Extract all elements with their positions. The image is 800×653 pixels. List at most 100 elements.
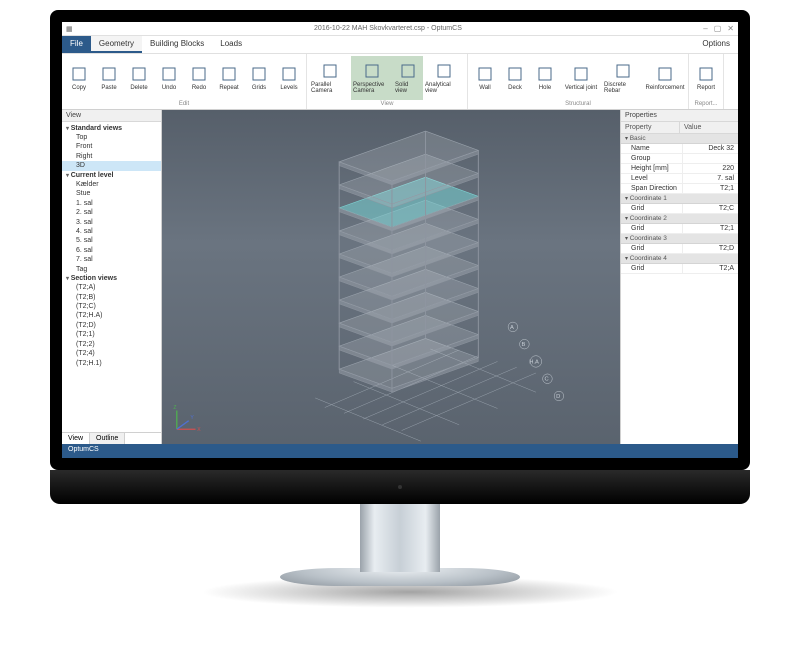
wall-icon — [476, 65, 494, 83]
building-model — [339, 131, 478, 392]
tree-item[interactable]: Stue — [62, 189, 161, 198]
tree-item[interactable]: Right — [62, 152, 161, 161]
prop-row[interactable]: GridT2;1 — [621, 224, 738, 234]
tree-item[interactable]: (T2;2) — [62, 340, 161, 349]
report-icon — [697, 65, 715, 83]
camera-icon — [321, 62, 339, 80]
tree-item[interactable]: 5. sal — [62, 236, 161, 245]
svg-text:X: X — [197, 427, 201, 433]
paste-button[interactable]: Paste — [94, 56, 124, 100]
properties-panel: Properties Property Value BasicNameDeck … — [620, 110, 738, 444]
tree-item[interactable]: 4. sal — [62, 227, 161, 236]
grid-label-markers: A B H.A C D — [508, 322, 564, 401]
left-tab-view[interactable]: View — [62, 433, 90, 444]
solid-icon — [399, 62, 417, 80]
redo-button[interactable]: Redo — [184, 56, 214, 100]
prop-row[interactable]: NameDeck 32 — [621, 144, 738, 154]
prop-value: 7. sal — [683, 174, 738, 183]
prop-value: Deck 32 — [683, 144, 738, 153]
tree-item[interactable]: Kælder — [62, 180, 161, 189]
copy-icon — [70, 65, 88, 83]
perspective-camera-button[interactable]: Perspective Camera — [351, 56, 393, 100]
svg-text:Y: Y — [190, 415, 194, 421]
hole-button[interactable]: Hole — [530, 56, 560, 100]
prop-row[interactable]: GridT2;C — [621, 204, 738, 214]
report-button[interactable]: Report — [691, 56, 721, 100]
wall-button[interactable]: Wall — [470, 56, 500, 100]
3d-viewport[interactable]: A B H.A C D Z — [162, 110, 620, 444]
tree-item[interactable]: (T2;D) — [62, 321, 161, 330]
tab-file[interactable]: File — [62, 36, 91, 53]
ribbon-button-label: Hole — [539, 85, 551, 91]
tree-item[interactable]: 3D — [62, 161, 161, 170]
prop-row[interactable]: GridT2;A — [621, 264, 738, 274]
reinforcement-button[interactable]: Reinforcement — [644, 56, 686, 100]
prop-value: T2;1 — [683, 224, 738, 233]
tree-item[interactable]: (T2;C) — [62, 302, 161, 311]
repeat-button[interactable]: Repeat — [214, 56, 244, 100]
view-tree: Standard viewsTopFrontRight3DCurrent lev… — [62, 122, 161, 432]
left-tab-outline[interactable]: Outline — [90, 433, 125, 444]
prop-section[interactable]: Basic — [621, 134, 738, 144]
prop-value: T2;D — [683, 244, 738, 253]
ribbon-button-label: Levels — [280, 85, 297, 91]
tree-group[interactable]: Standard views — [62, 124, 161, 133]
options-menu[interactable]: Options — [694, 36, 738, 53]
tab-building-blocks[interactable]: Building Blocks — [142, 36, 212, 53]
tree-group[interactable]: Current level — [62, 171, 161, 180]
vertical-joint-button[interactable]: Vertical joint — [560, 56, 602, 100]
prop-section[interactable]: Coordinate 2 — [621, 214, 738, 224]
maximize-button[interactable]: ▢ — [714, 24, 722, 33]
tree-item[interactable]: (T2;A) — [62, 283, 161, 292]
view-panel: View Standard viewsTopFrontRight3DCurren… — [62, 110, 162, 444]
ribbon-group-label: Structural — [470, 100, 686, 109]
solid-view-button[interactable]: Solid view — [393, 56, 423, 100]
tree-item[interactable]: Tag — [62, 265, 161, 274]
deck-button[interactable]: Deck — [500, 56, 530, 100]
ribbon-button-label: Solid view — [395, 82, 421, 94]
tree-item[interactable]: (T2;B) — [62, 293, 161, 302]
prop-value: T2;1 — [683, 184, 738, 193]
prop-section[interactable]: Coordinate 3 — [621, 234, 738, 244]
undo-button[interactable]: Undo — [154, 56, 184, 100]
tree-item[interactable]: (T2;4) — [62, 349, 161, 358]
tree-item[interactable]: 1. sal — [62, 199, 161, 208]
ribbon-button-label: Reinforcement — [645, 85, 684, 91]
prop-row[interactable]: GridT2;D — [621, 244, 738, 254]
camera-icon — [363, 62, 381, 80]
left-bottom-tabs: View Outline — [62, 432, 161, 444]
prop-row[interactable]: Span DirectionT2;1 — [621, 184, 738, 194]
levels-button[interactable]: Levels — [274, 56, 304, 100]
prop-row[interactable]: Level7. sal — [621, 174, 738, 184]
ribbon-button-label: Wall — [479, 85, 490, 91]
copy-button[interactable]: Copy — [64, 56, 94, 100]
status-text: OptumCS — [68, 446, 99, 453]
tree-item[interactable]: (T2;1) — [62, 330, 161, 339]
prop-value — [683, 154, 738, 163]
tree-item[interactable]: Front — [62, 142, 161, 151]
tree-item[interactable]: 6. sal — [62, 246, 161, 255]
repeat-icon — [220, 65, 238, 83]
tree-item[interactable]: Top — [62, 133, 161, 142]
tree-item[interactable]: 2. sal — [62, 208, 161, 217]
minimize-button[interactable]: – — [703, 24, 707, 33]
tab-loads[interactable]: Loads — [212, 36, 250, 53]
discrete-rebar-button[interactable]: Discrete Rebar — [602, 56, 644, 100]
delete-button[interactable]: Delete — [124, 56, 154, 100]
tree-item[interactable]: (T2;H.1) — [62, 359, 161, 368]
tree-item[interactable]: (T2;H.A) — [62, 311, 161, 320]
tree-item[interactable]: 7. sal — [62, 255, 161, 264]
tab-geometry[interactable]: Geometry — [91, 36, 142, 53]
svg-text:H.A: H.A — [529, 359, 539, 365]
prop-row[interactable]: Group — [621, 154, 738, 164]
tree-group[interactable]: Section views — [62, 274, 161, 283]
parallel-camera-button[interactable]: Parallel Camera — [309, 56, 351, 100]
prop-section[interactable]: Coordinate 4 — [621, 254, 738, 264]
paste-icon — [100, 65, 118, 83]
grids-button[interactable]: Grids — [244, 56, 274, 100]
analytical-view-button[interactable]: Analytical view — [423, 56, 465, 100]
prop-row[interactable]: Height [mm]220 — [621, 164, 738, 174]
close-button[interactable]: ✕ — [727, 24, 734, 33]
prop-section[interactable]: Coordinate 1 — [621, 194, 738, 204]
tree-item[interactable]: 3. sal — [62, 218, 161, 227]
